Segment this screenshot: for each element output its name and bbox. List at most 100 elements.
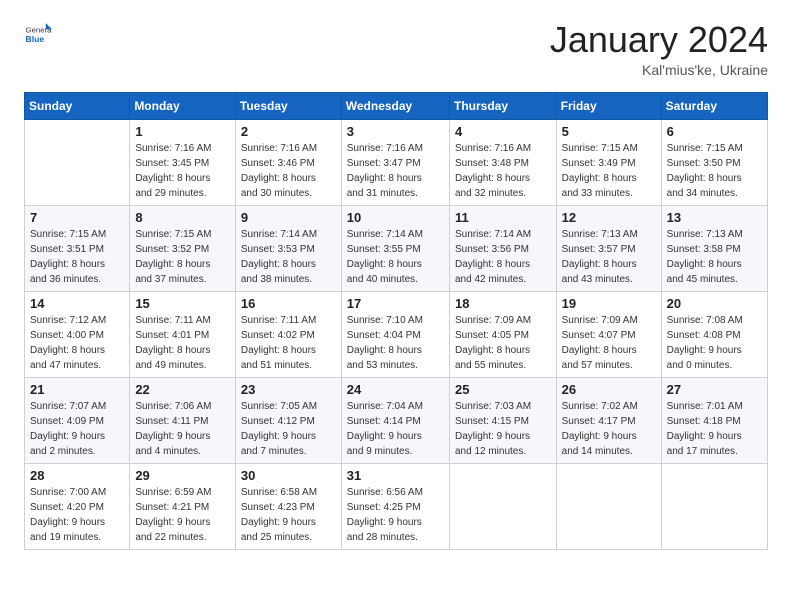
day-cell: 13 Sunrise: 7:13 AMSunset: 3:58 PMDaylig… xyxy=(661,205,767,291)
day-cell: 20 Sunrise: 7:08 AMSunset: 4:08 PMDaylig… xyxy=(661,291,767,377)
day-number: 5 xyxy=(562,124,656,139)
day-number: 8 xyxy=(135,210,230,225)
day-cell: 15 Sunrise: 7:11 AMSunset: 4:01 PMDaylig… xyxy=(130,291,236,377)
day-number: 10 xyxy=(347,210,444,225)
day-number: 30 xyxy=(241,468,336,483)
day-number: 19 xyxy=(562,296,656,311)
day-cell: 27 Sunrise: 7:01 AMSunset: 4:18 PMDaylig… xyxy=(661,377,767,463)
day-info: Sunrise: 7:15 AMSunset: 3:50 PMDaylight:… xyxy=(667,141,762,201)
title-block: January 2024 Kal'mius'ke, Ukraine xyxy=(550,20,768,78)
day-number: 3 xyxy=(347,124,444,139)
day-cell: 6 Sunrise: 7:15 AMSunset: 3:50 PMDayligh… xyxy=(661,119,767,205)
weekday-header-saturday: Saturday xyxy=(661,92,767,119)
day-cell: 19 Sunrise: 7:09 AMSunset: 4:07 PMDaylig… xyxy=(556,291,661,377)
day-info: Sunrise: 7:01 AMSunset: 4:18 PMDaylight:… xyxy=(667,399,762,459)
day-number: 7 xyxy=(30,210,124,225)
day-number: 15 xyxy=(135,296,230,311)
day-cell xyxy=(661,463,767,549)
day-cell: 11 Sunrise: 7:14 AMSunset: 3:56 PMDaylig… xyxy=(449,205,556,291)
day-cell: 29 Sunrise: 6:59 AMSunset: 4:21 PMDaylig… xyxy=(130,463,236,549)
day-info: Sunrise: 7:06 AMSunset: 4:11 PMDaylight:… xyxy=(135,399,230,459)
day-info: Sunrise: 6:59 AMSunset: 4:21 PMDaylight:… xyxy=(135,485,230,545)
calendar-table: SundayMondayTuesdayWednesdayThursdayFrid… xyxy=(24,92,768,550)
day-number: 11 xyxy=(455,210,551,225)
week-row-2: 7 Sunrise: 7:15 AMSunset: 3:51 PMDayligh… xyxy=(25,205,768,291)
logo-icon: General Blue xyxy=(24,20,52,48)
day-cell: 17 Sunrise: 7:10 AMSunset: 4:04 PMDaylig… xyxy=(341,291,449,377)
day-cell: 26 Sunrise: 7:02 AMSunset: 4:17 PMDaylig… xyxy=(556,377,661,463)
page: General Blue January 2024 Kal'mius'ke, U… xyxy=(0,0,792,570)
logo: General Blue xyxy=(24,20,52,48)
day-number: 2 xyxy=(241,124,336,139)
day-number: 12 xyxy=(562,210,656,225)
day-number: 23 xyxy=(241,382,336,397)
day-info: Sunrise: 7:04 AMSunset: 4:14 PMDaylight:… xyxy=(347,399,444,459)
day-cell: 31 Sunrise: 6:56 AMSunset: 4:25 PMDaylig… xyxy=(341,463,449,549)
location-subtitle: Kal'mius'ke, Ukraine xyxy=(550,62,768,78)
day-cell: 18 Sunrise: 7:09 AMSunset: 4:05 PMDaylig… xyxy=(449,291,556,377)
day-info: Sunrise: 7:09 AMSunset: 4:07 PMDaylight:… xyxy=(562,313,656,373)
day-info: Sunrise: 7:03 AMSunset: 4:15 PMDaylight:… xyxy=(455,399,551,459)
svg-text:Blue: Blue xyxy=(26,34,45,44)
day-info: Sunrise: 7:14 AMSunset: 3:55 PMDaylight:… xyxy=(347,227,444,287)
day-info: Sunrise: 7:10 AMSunset: 4:04 PMDaylight:… xyxy=(347,313,444,373)
week-row-3: 14 Sunrise: 7:12 AMSunset: 4:00 PMDaylig… xyxy=(25,291,768,377)
day-info: Sunrise: 7:12 AMSunset: 4:00 PMDaylight:… xyxy=(30,313,124,373)
day-info: Sunrise: 7:14 AMSunset: 3:56 PMDaylight:… xyxy=(455,227,551,287)
day-info: Sunrise: 6:58 AMSunset: 4:23 PMDaylight:… xyxy=(241,485,336,545)
day-cell xyxy=(449,463,556,549)
day-info: Sunrise: 7:16 AMSunset: 3:47 PMDaylight:… xyxy=(347,141,444,201)
day-cell: 21 Sunrise: 7:07 AMSunset: 4:09 PMDaylig… xyxy=(25,377,130,463)
month-title: January 2024 xyxy=(550,20,768,60)
day-number: 18 xyxy=(455,296,551,311)
weekday-header-thursday: Thursday xyxy=(449,92,556,119)
day-number: 22 xyxy=(135,382,230,397)
day-info: Sunrise: 7:15 AMSunset: 3:49 PMDaylight:… xyxy=(562,141,656,201)
weekday-header-wednesday: Wednesday xyxy=(341,92,449,119)
day-number: 24 xyxy=(347,382,444,397)
day-number: 1 xyxy=(135,124,230,139)
day-number: 17 xyxy=(347,296,444,311)
day-cell: 4 Sunrise: 7:16 AMSunset: 3:48 PMDayligh… xyxy=(449,119,556,205)
day-cell: 12 Sunrise: 7:13 AMSunset: 3:57 PMDaylig… xyxy=(556,205,661,291)
day-info: Sunrise: 7:11 AMSunset: 4:02 PMDaylight:… xyxy=(241,313,336,373)
day-cell: 3 Sunrise: 7:16 AMSunset: 3:47 PMDayligh… xyxy=(341,119,449,205)
day-cell: 22 Sunrise: 7:06 AMSunset: 4:11 PMDaylig… xyxy=(130,377,236,463)
day-number: 4 xyxy=(455,124,551,139)
day-info: Sunrise: 7:15 AMSunset: 3:51 PMDaylight:… xyxy=(30,227,124,287)
day-info: Sunrise: 7:11 AMSunset: 4:01 PMDaylight:… xyxy=(135,313,230,373)
day-cell: 1 Sunrise: 7:16 AMSunset: 3:45 PMDayligh… xyxy=(130,119,236,205)
day-info: Sunrise: 7:14 AMSunset: 3:53 PMDaylight:… xyxy=(241,227,336,287)
day-cell: 14 Sunrise: 7:12 AMSunset: 4:00 PMDaylig… xyxy=(25,291,130,377)
day-info: Sunrise: 6:56 AMSunset: 4:25 PMDaylight:… xyxy=(347,485,444,545)
day-number: 27 xyxy=(667,382,762,397)
day-cell: 16 Sunrise: 7:11 AMSunset: 4:02 PMDaylig… xyxy=(235,291,341,377)
weekday-header-friday: Friday xyxy=(556,92,661,119)
day-info: Sunrise: 7:16 AMSunset: 3:46 PMDaylight:… xyxy=(241,141,336,201)
day-cell: 23 Sunrise: 7:05 AMSunset: 4:12 PMDaylig… xyxy=(235,377,341,463)
day-cell: 8 Sunrise: 7:15 AMSunset: 3:52 PMDayligh… xyxy=(130,205,236,291)
day-info: Sunrise: 7:08 AMSunset: 4:08 PMDaylight:… xyxy=(667,313,762,373)
weekday-header-monday: Monday xyxy=(130,92,236,119)
day-cell: 30 Sunrise: 6:58 AMSunset: 4:23 PMDaylig… xyxy=(235,463,341,549)
week-row-5: 28 Sunrise: 7:00 AMSunset: 4:20 PMDaylig… xyxy=(25,463,768,549)
day-cell: 10 Sunrise: 7:14 AMSunset: 3:55 PMDaylig… xyxy=(341,205,449,291)
day-info: Sunrise: 7:05 AMSunset: 4:12 PMDaylight:… xyxy=(241,399,336,459)
day-number: 29 xyxy=(135,468,230,483)
day-number: 25 xyxy=(455,382,551,397)
day-info: Sunrise: 7:13 AMSunset: 3:57 PMDaylight:… xyxy=(562,227,656,287)
week-row-1: 1 Sunrise: 7:16 AMSunset: 3:45 PMDayligh… xyxy=(25,119,768,205)
day-number: 31 xyxy=(347,468,444,483)
day-info: Sunrise: 7:00 AMSunset: 4:20 PMDaylight:… xyxy=(30,485,124,545)
weekday-header-row: SundayMondayTuesdayWednesdayThursdayFrid… xyxy=(25,92,768,119)
day-info: Sunrise: 7:15 AMSunset: 3:52 PMDaylight:… xyxy=(135,227,230,287)
day-info: Sunrise: 7:13 AMSunset: 3:58 PMDaylight:… xyxy=(667,227,762,287)
day-number: 16 xyxy=(241,296,336,311)
day-number: 20 xyxy=(667,296,762,311)
day-number: 14 xyxy=(30,296,124,311)
day-info: Sunrise: 7:02 AMSunset: 4:17 PMDaylight:… xyxy=(562,399,656,459)
day-cell: 28 Sunrise: 7:00 AMSunset: 4:20 PMDaylig… xyxy=(25,463,130,549)
day-info: Sunrise: 7:09 AMSunset: 4:05 PMDaylight:… xyxy=(455,313,551,373)
day-info: Sunrise: 7:07 AMSunset: 4:09 PMDaylight:… xyxy=(30,399,124,459)
week-row-4: 21 Sunrise: 7:07 AMSunset: 4:09 PMDaylig… xyxy=(25,377,768,463)
